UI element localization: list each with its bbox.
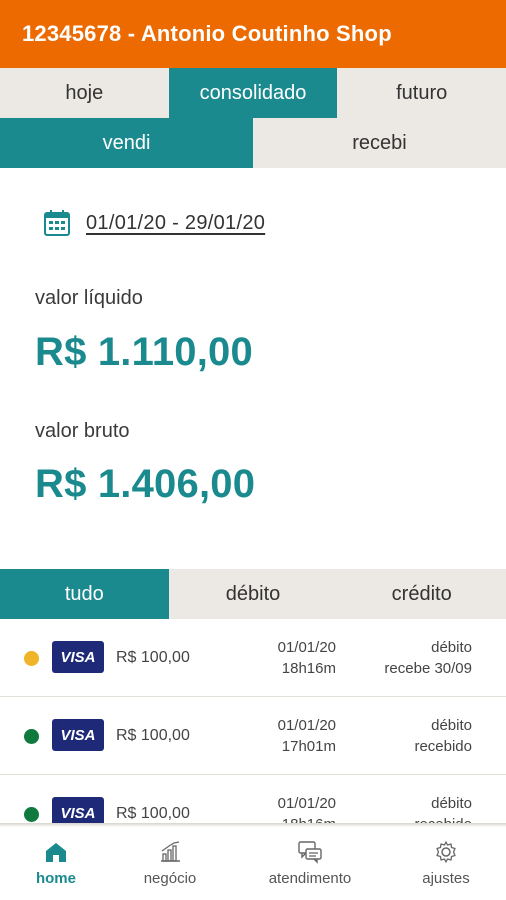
- transaction-type: débito: [431, 795, 472, 812]
- flow-tabs: vendi recebi: [0, 118, 506, 168]
- chat-icon: [298, 841, 322, 864]
- tab-debito[interactable]: débito: [168, 569, 338, 619]
- date-range-text[interactable]: 01/01/20 - 29/01/20: [86, 212, 265, 235]
- bottom-nav: home negócio atendimento ajustes: [0, 827, 506, 900]
- date-range-picker[interactable]: 01/01/20 - 29/01/20: [42, 208, 265, 238]
- transaction-date: 01/01/20: [277, 717, 336, 734]
- nav-ajustes-label: ajustes: [422, 870, 470, 887]
- tab-credito[interactable]: crédito: [337, 569, 506, 619]
- transaction-list: VISA R$ 100,00 01/01/20 18h16m débito re…: [0, 619, 506, 826]
- nav-home-label: home: [35, 870, 76, 887]
- transaction-row[interactable]: VISA R$ 100,00 01/01/20 18h16m débito re…: [0, 775, 506, 826]
- payment-type-tabs: tudo débito crédito: [0, 569, 506, 619]
- nav-atendimento-label: atendimento: [268, 870, 352, 887]
- nav-home[interactable]: home: [20, 827, 92, 900]
- status-dot: [24, 729, 39, 744]
- visa-logo-icon: VISA: [52, 797, 104, 826]
- status-dot: [24, 807, 39, 822]
- transaction-status-text: recebe 30/09: [384, 660, 472, 677]
- transaction-amount: R$ 100,00: [116, 649, 190, 666]
- gross-value-label: valor bruto: [35, 420, 130, 442]
- transaction-type: débito: [431, 717, 472, 734]
- transaction-row[interactable]: VISA R$ 100,00 01/01/20 18h16m débito re…: [0, 619, 506, 697]
- tab-tudo[interactable]: tudo: [0, 569, 169, 619]
- transaction-datetime: 01/01/20 17h01m: [250, 715, 336, 757]
- transaction-status: débito recebido: [414, 715, 472, 757]
- visa-logo-icon: VISA: [52, 719, 104, 751]
- net-value-label: valor líquido: [35, 287, 143, 309]
- transaction-status-text: recebido: [414, 738, 472, 755]
- transaction-datetime: 01/01/20 18h16m: [250, 793, 336, 826]
- app-header: 12345678 - Antonio Coutinho Shop: [0, 0, 506, 68]
- transaction-date: 01/01/20: [277, 639, 336, 656]
- visa-logo-icon: VISA: [52, 641, 104, 673]
- transaction-type: débito: [431, 639, 472, 656]
- tab-futuro[interactable]: futuro: [337, 68, 506, 118]
- tab-hoje[interactable]: hoje: [0, 68, 169, 118]
- transaction-amount: R$ 100,00: [116, 805, 190, 822]
- tab-recebi[interactable]: recebi: [253, 118, 506, 168]
- gear-icon: [436, 841, 456, 863]
- store-title: 12345678 - Antonio Coutinho Shop: [22, 21, 392, 46]
- transaction-status: débito recebido: [414, 793, 472, 826]
- nav-ajustes[interactable]: ajustes: [406, 827, 486, 900]
- home-icon: [46, 843, 66, 862]
- transaction-row[interactable]: VISA R$ 100,00 01/01/20 17h01m débito re…: [0, 697, 506, 775]
- transaction-datetime: 01/01/20 18h16m: [250, 637, 336, 679]
- nav-atendimento[interactable]: atendimento: [252, 827, 368, 900]
- net-value-amount: R$ 1.110,00: [35, 330, 253, 374]
- period-tabs: hoje consolidado futuro: [0, 68, 506, 118]
- calendar-icon: [44, 210, 70, 236]
- transaction-status: débito recebe 30/09: [384, 637, 472, 679]
- tab-consolidado[interactable]: consolidado: [168, 68, 338, 118]
- transaction-time: 18h16m: [281, 660, 336, 677]
- gross-value-amount: R$ 1.406,00: [35, 462, 256, 506]
- nav-negocio-label: negócio: [143, 870, 197, 887]
- tab-vendi[interactable]: vendi: [0, 118, 253, 168]
- nav-negocio[interactable]: negócio: [130, 827, 210, 900]
- status-dot: [24, 651, 39, 666]
- transaction-time: 17h01m: [281, 738, 336, 755]
- transaction-date: 01/01/20: [277, 795, 336, 812]
- bar-chart-icon: [161, 841, 180, 862]
- transaction-amount: R$ 100,00: [116, 727, 190, 744]
